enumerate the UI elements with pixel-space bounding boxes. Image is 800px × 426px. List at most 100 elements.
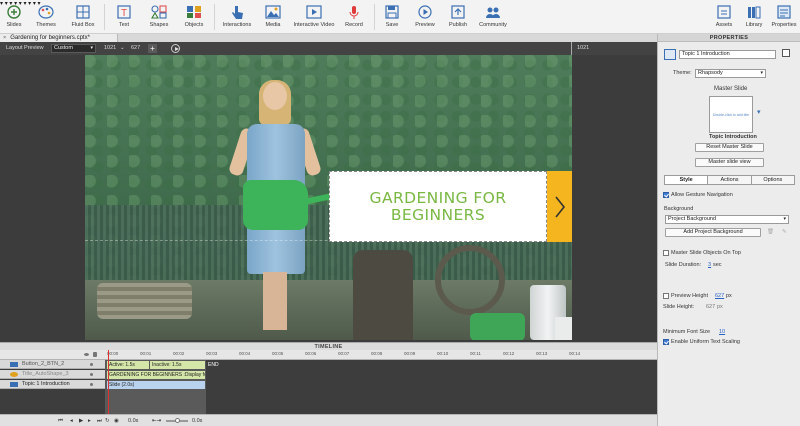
- timeline-layer[interactable]: Topic 1 Introduction: [0, 380, 105, 389]
- media-button[interactable]: Media: [259, 0, 287, 34]
- tab-style[interactable]: Style: [665, 176, 709, 184]
- record-button[interactable]: Record: [340, 0, 368, 34]
- slide-duration-value[interactable]: 3: [708, 262, 711, 268]
- uniform-text-scaling-label: Enable Uniform Text Scaling: [671, 339, 740, 345]
- add-breakpoint-button[interactable]: +: [148, 44, 157, 53]
- step-forward-icon[interactable]: ▸: [88, 418, 91, 424]
- chevron-down-icon: ▾: [760, 70, 763, 76]
- layer-visibility-icon[interactable]: [90, 382, 93, 386]
- breakpoint-marker[interactable]: [571, 42, 572, 55]
- button-layer-icon: [10, 361, 18, 367]
- trash-icon[interactable]: 🗑: [767, 229, 774, 235]
- properties-button[interactable]: Properties: [769, 0, 799, 34]
- themes-button[interactable]: Themes: [33, 0, 59, 34]
- theme-select[interactable]: Rhapsody ▾: [695, 69, 766, 78]
- min-font-size-label: Minimum Font Size: [663, 329, 711, 335]
- timeline-layer[interactable]: Title_AutoShape_3: [0, 370, 105, 379]
- timeline-header[interactable]: TIMELINE: [0, 342, 657, 350]
- layout-preview-select[interactable]: Custom ▾: [51, 44, 96, 53]
- background-bucket-small: [555, 317, 572, 340]
- properties-panel: PROPERTIES Topic 1 Introduction Theme: R…: [657, 34, 800, 426]
- slide-title: GARDENING FOR BEGINNERS: [369, 188, 507, 224]
- end-icon[interactable]: ⏭: [97, 418, 102, 425]
- play-icon[interactable]: ▶: [79, 418, 83, 424]
- timeline-eye-icon[interactable]: [84, 353, 89, 356]
- ruler-tick-label: 00:02: [173, 351, 185, 356]
- chevron-down-icon: ▾: [90, 45, 93, 51]
- interactions-button[interactable]: Interactions: [218, 0, 256, 34]
- allow-gesture-checkbox[interactable]: [663, 192, 669, 198]
- ruler-tick-label: 00:01: [140, 351, 152, 356]
- shapes-button[interactable]: Shapes: [146, 0, 172, 34]
- preview-button[interactable]: Preview: [412, 0, 438, 34]
- add-slide-icon: [7, 4, 21, 20]
- slide-name-input[interactable]: Topic 1 Introduction: [679, 50, 776, 59]
- next-slide-button[interactable]: [547, 171, 572, 242]
- toolbar-separator: [104, 4, 105, 30]
- timeline-bar-inactive[interactable]: Inactive: 1.5s: [150, 361, 205, 369]
- palette-icon: [38, 4, 54, 20]
- close-icon[interactable]: ×: [3, 35, 6, 41]
- master-objects-on-top-checkbox[interactable]: [663, 250, 669, 256]
- document-tab-strip: × Gardening for beginners.cptx*: [0, 34, 657, 42]
- preview-height-value[interactable]: 627: [131, 45, 140, 51]
- document-tab[interactable]: × Gardening for beginners.cptx*: [0, 34, 118, 42]
- ruler-tick-label: 00:10: [437, 351, 449, 356]
- timeline-layer[interactable]: Button_2_BTN_2: [0, 360, 105, 369]
- layout-preview-bar: Layout Preview Custom ▾ 1021 ⌄ 627 + 102…: [0, 42, 657, 55]
- main-toolbar: Slides ▾ Themes ▾ Fluid Box T Text ▾ Sha…: [0, 0, 800, 34]
- objects-button[interactable]: Objects: [180, 0, 208, 34]
- rewind-icon[interactable]: ⏮: [58, 418, 63, 425]
- background-select[interactable]: Project Background ▾: [665, 215, 789, 224]
- timeline-bar-title[interactable]: GARDENING FOR BEGINNERS :Display for ...: [107, 371, 205, 379]
- title-shape[interactable]: GARDENING FOR BEGINNERS: [329, 171, 547, 242]
- preview-height-checkbox[interactable]: [663, 293, 669, 299]
- master-slide-dropdown-icon[interactable]: ▾: [757, 108, 761, 116]
- preview-height-value[interactable]: 627: [715, 293, 724, 299]
- timeline-ruler[interactable]: 00:00 00:01 00:02 00:03 00:04 00:05 00:06 00:07…: [0, 350, 657, 360]
- assets-button[interactable]: Assets: [710, 0, 738, 34]
- interactive-video-button[interactable]: Interactive Video: [290, 0, 338, 34]
- ruler-tick-label: 00:03: [206, 351, 218, 356]
- properties-header: PROPERTIES: [658, 34, 800, 42]
- zoom-slider-handle[interactable]: [175, 418, 180, 423]
- tab-options[interactable]: Options: [751, 176, 794, 184]
- preview-height-unit: px: [726, 293, 732, 299]
- layer-visibility-icon[interactable]: [90, 362, 93, 366]
- fit-icon[interactable]: ⇤⇥: [152, 418, 161, 424]
- master-slide-thumbnail[interactable]: Double-click to add title: [709, 96, 753, 133]
- min-font-size-value[interactable]: 10: [719, 329, 725, 335]
- timeline-bar-active[interactable]: Active: 1.5s: [107, 361, 149, 369]
- media-caret-icon[interactable]: ▾: [28, 1, 31, 7]
- layer-visibility-icon[interactable]: [90, 372, 93, 376]
- preview-play-icon[interactable]: [171, 44, 180, 53]
- property-tabs: Style Actions Options: [664, 175, 795, 185]
- tab-actions[interactable]: Actions: [708, 176, 752, 184]
- step-back-icon[interactable]: ◂: [70, 418, 73, 424]
- preview-width-value[interactable]: 1021: [104, 45, 116, 51]
- slide-canvas[interactable]: GARDENING FOR BEGINNERS: [85, 55, 572, 340]
- mute-icon[interactable]: ◉: [114, 418, 119, 424]
- ruler-tick-label: 00:05: [272, 351, 284, 356]
- text-button[interactable]: T Text: [112, 0, 136, 34]
- save-button[interactable]: Save: [380, 0, 404, 34]
- library-button[interactable]: Library: [741, 0, 767, 34]
- pencil-icon[interactable]: ✎: [782, 229, 787, 235]
- master-slide-view-button[interactable]: Master slide view: [695, 158, 764, 167]
- publish-icon: [451, 4, 465, 20]
- timeline-bar-slide[interactable]: Slide (2.0s): [107, 381, 205, 389]
- ruler-tick-label: 00:07: [338, 351, 350, 356]
- fluid-box-button[interactable]: Fluid Box: [68, 0, 98, 34]
- community-button[interactable]: Community: [477, 0, 509, 34]
- timeline-lock-icon[interactable]: [93, 352, 97, 357]
- slides-button[interactable]: Slides: [2, 0, 26, 34]
- slide-type-icon: [664, 49, 676, 60]
- loop-icon[interactable]: ↻: [105, 418, 110, 424]
- add-project-background-button[interactable]: Add Project Background: [665, 228, 761, 237]
- timeline-playhead[interactable]: [108, 350, 109, 414]
- rename-toggle-icon[interactable]: [782, 49, 790, 57]
- publish-button[interactable]: Publish: [445, 0, 471, 34]
- preview-height-label: Preview Height: [671, 293, 708, 299]
- uniform-text-scaling-checkbox[interactable]: [663, 339, 669, 345]
- reset-master-slide-button[interactable]: Reset Master Slide: [695, 143, 764, 152]
